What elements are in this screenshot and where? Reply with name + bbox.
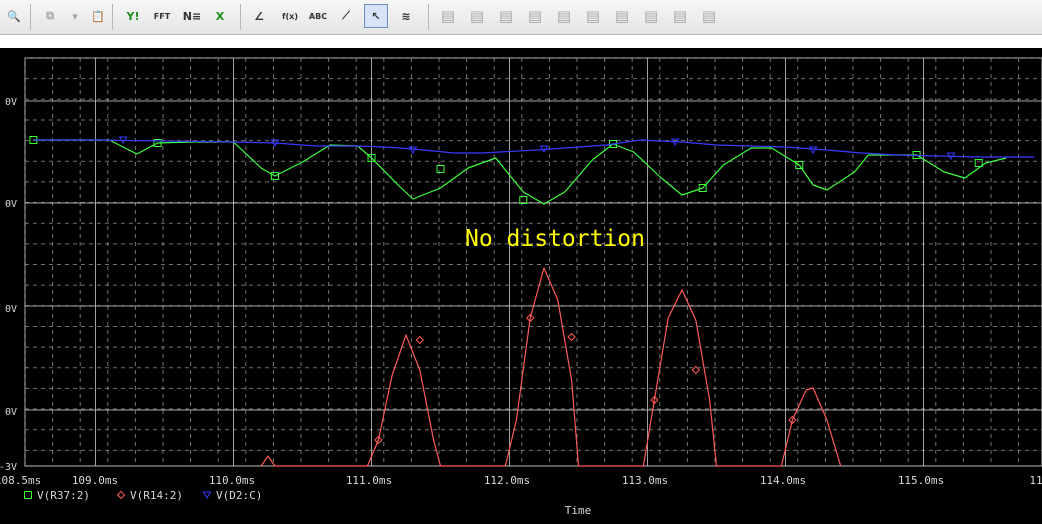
x-tick-label: 110.0ms (209, 474, 255, 487)
x-axis-label: Time (565, 504, 592, 517)
cursor-prev-icon[interactable]: ▤ (668, 4, 692, 28)
toolbar-separator (240, 4, 241, 30)
x-tick-label: 109.0ms (72, 474, 118, 487)
y-tick-label: 0V (5, 407, 17, 418)
toolbar-separator (428, 4, 429, 30)
plot-background (0, 48, 1042, 524)
y-tick-label: 0V (5, 304, 17, 315)
x-tick-label: 114.0ms (760, 474, 806, 487)
y-tick-label: 0V (5, 97, 17, 108)
copy-plot-icon[interactable]: ⧉ (38, 4, 62, 28)
x-tick-label: 112.0ms (484, 474, 530, 487)
eval-goal-function-icon[interactable]: f(x) (278, 4, 302, 28)
annotation-no-distortion: No distortion (465, 226, 645, 252)
cursor-trough-icon[interactable]: ▤ (465, 4, 489, 28)
cursor-min-icon[interactable]: ▤ (523, 4, 547, 28)
toolbar-separator (112, 4, 113, 30)
x-tick-label: 113.0ms (622, 474, 668, 487)
cursor-max-icon[interactable]: ▤ (552, 4, 576, 28)
toolbar-separator (30, 4, 31, 30)
legend-label: V(R37:2) (37, 489, 90, 502)
y-axis-icon[interactable]: Y! (121, 4, 145, 28)
add-trace-icon[interactable]: ∠ (247, 4, 271, 28)
x-tick-label: 11 (1029, 474, 1042, 487)
y-tick-label: 0V (5, 199, 17, 210)
legend-label: V(D2:C) (216, 489, 262, 502)
text-label-icon[interactable]: ABC (306, 4, 330, 28)
cursor-search-icon[interactable]: ▤ (610, 4, 634, 28)
y-tick-label: -3V (0, 462, 17, 473)
cursor-slope-icon[interactable]: ▤ (494, 4, 518, 28)
mark-label-icon[interactable]: ⟋ (334, 4, 358, 28)
waveform-plot: 0V 0V 0V 0V -3V108.5ms 109.0ms 110.0ms 111.0ms 1… (0, 48, 1042, 524)
toolbar-divider-strip (0, 35, 1042, 48)
cursor-point-icon[interactable]: ▤ (581, 4, 605, 28)
select-pointer-icon[interactable]: ↖ (364, 4, 388, 28)
cursor-mark-icon[interactable]: ▤ (697, 4, 721, 28)
noise-icon[interactable]: ≋ (394, 4, 418, 28)
zoom-icon[interactable]: 🔍 (2, 4, 26, 28)
performance-analysis-icon[interactable]: N≡ (180, 4, 204, 28)
excel-icon[interactable]: X (208, 4, 232, 28)
x-tick-label: 111.0ms (346, 474, 392, 487)
legend-label: V(R14:2) (130, 489, 183, 502)
cursor-next-icon[interactable]: ▤ (639, 4, 663, 28)
x-tick-label: 115.0ms (898, 474, 944, 487)
plot-toolbar: 🔍 ⧉ ▾ 📋 Y! FFT N≡ X ∠ f(x) ABC ⟋ ↖ ≋ ▤ ▤ ▤ ▤ ▤ ▤ ▤ ▤ ▤ ▤ (0, 0, 1042, 35)
dropdown-icon[interactable]: ▾ (63, 4, 87, 28)
x-tick-label: 108.5ms (0, 474, 41, 487)
cursor-peak-icon[interactable]: ▤ (436, 4, 460, 28)
clipboard-icon[interactable]: 📋 (86, 4, 110, 28)
fft-icon[interactable]: FFT (150, 4, 174, 28)
